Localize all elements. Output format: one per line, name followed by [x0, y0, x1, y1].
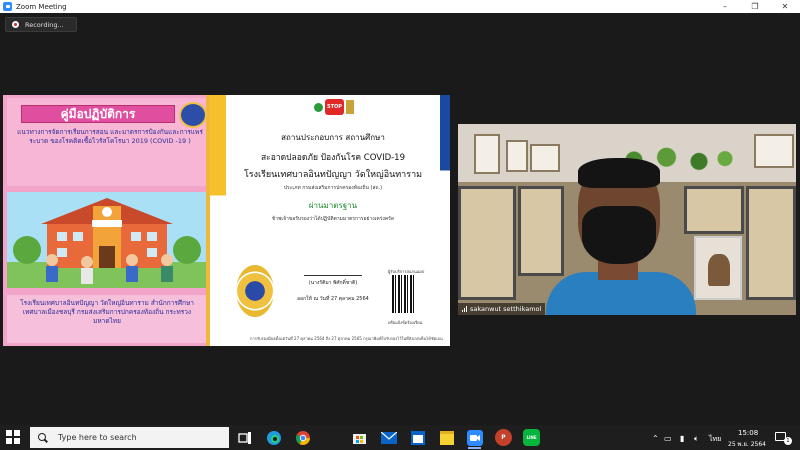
wall-certificate: [474, 134, 500, 174]
certificate-status: ผ่านมาตรฐาน: [308, 201, 358, 210]
school-building-icon: [7, 198, 206, 288]
certificate-line-1: สถานประกอบการ สถานศึกษา: [281, 133, 385, 142]
issue-date: ออกให้ ณ วันที่ 27 ตุลาคม 2564: [297, 296, 369, 302]
maximize-button[interactable]: ❐: [740, 0, 770, 13]
face-mask: [582, 206, 656, 264]
certificate-border: [210, 95, 226, 346]
participant-name-tag: sakanwut setthikamol: [458, 303, 546, 315]
wall-certificate: [506, 140, 528, 172]
network-icon[interactable]: ▭: [664, 434, 672, 443]
certificate-logos: STOP: [314, 98, 354, 116]
recording-label: Recording...: [25, 20, 64, 29]
municipality-emblem-icon: [179, 102, 207, 128]
taskbar-search[interactable]: Type here to search: [30, 427, 229, 448]
certificate-category: ประเภท กรมส่งเสริมการปกครองท้องถิ่น (สถ.…: [283, 185, 383, 191]
participant-name: sakanwut setthikamol: [470, 305, 542, 313]
manual-cover-footer: โรงเรียนเทศบาลอินทปัญญา วัดใหญ่อินทาราม …: [7, 295, 206, 343]
manual-cover-header: คู่มือปฏิบัติการ แนวทางการจัดการเรียนการ…: [7, 98, 207, 186]
qr-code-icon: [392, 275, 414, 313]
store-icon[interactable]: [351, 429, 368, 446]
language-indicator[interactable]: ไทย: [709, 434, 721, 445]
participant-hair: [578, 158, 660, 188]
search-placeholder: Type here to search: [58, 433, 137, 442]
sticky-notes-icon[interactable]: [438, 429, 455, 446]
covid-certificate: STOP สถานประกอบการ สถานศึกษา สะอาดปลอดภั…: [210, 95, 450, 346]
windows-start-icon[interactable]: [6, 430, 21, 445]
manual-subtitle: แนวทางการจัดการเรียนการสอน และมาตรการป้อ…: [17, 128, 203, 145]
connection-signal-icon: [462, 306, 467, 312]
certificate-validity: การรับรองมีผลตั้งแต่วันที่ 27 ตุลาคม 256…: [250, 336, 443, 341]
certificate-school-name: โรงเรียนเทศบาลอินทปัญญา วัดใหญ่อินทาราม: [243, 170, 423, 180]
close-button[interactable]: ✕: [770, 0, 800, 13]
signer-name: (นางรัติมา พิศักดิ์ชาติ): [308, 280, 358, 286]
stop-covid-logo: STOP: [324, 99, 345, 115]
clock-date[interactable]: 25 พ.ย. 2564: [728, 439, 766, 449]
wall-certificate: [530, 144, 560, 172]
volume-icon[interactable]: 🔈︎: [694, 434, 699, 444]
monk-portrait: [694, 236, 742, 300]
clock-time[interactable]: 15:08: [738, 429, 758, 437]
participant-video[interactable]: sakanwut setthikamol: [458, 124, 796, 315]
chevron-up-icon[interactable]: ⌃: [652, 434, 659, 443]
window-title: Zoom Meeting: [16, 2, 67, 11]
certificate-border: [440, 95, 450, 346]
calendar-icon[interactable]: [409, 429, 426, 446]
ministry-logo-icon: [314, 102, 323, 112]
task-view-icon[interactable]: [236, 429, 253, 446]
search-icon: [38, 432, 48, 443]
department-logo-icon: [346, 100, 354, 114]
school-illustration: [7, 192, 206, 288]
cabinet-panel: [684, 186, 744, 234]
qr-title: ผู้รับบริการสแกนแอป: [388, 269, 425, 274]
minimize-button[interactable]: –: [710, 0, 740, 13]
certificate-seal-icon: [236, 265, 274, 317]
qr-caption: หรือแจ้งข้อร้องเรียน: [388, 320, 423, 325]
signature-line: [304, 275, 362, 276]
certificate-line-2: สะอาดปลอดภัย ป้องกันโรค COVID-19: [260, 153, 406, 163]
line-app-icon[interactable]: LINE: [523, 429, 540, 446]
manual-cover: คู่มือปฏิบัติการ แนวทางการจัดการเรียนการ…: [3, 95, 210, 346]
shared-screen: คู่มือปฏิบัติการ แนวทางการจัดการเรียนการ…: [3, 95, 450, 346]
notification-count: 1: [784, 437, 792, 445]
record-icon: [12, 21, 19, 28]
battery-icon[interactable]: ▮: [680, 434, 684, 443]
cabinet-panel: [458, 186, 516, 300]
powerpoint-icon[interactable]: P: [495, 429, 512, 446]
wall-certificate: [754, 134, 794, 168]
manual-title: คู่มือปฏิบัติการ: [21, 105, 175, 123]
certificate-statement: ข้าพเจ้าขอรับรองว่าได้ปฏิบัติตามมาตรการอ…: [271, 216, 395, 222]
window-titlebar: Zoom Meeting – ❐ ✕: [0, 0, 800, 13]
zoom-app-icon: [3, 2, 12, 11]
manual-publisher: โรงเรียนเทศบาลอินทปัญญา วัดใหญ่อินทาราม …: [20, 299, 194, 325]
mail-icon[interactable]: [380, 429, 397, 446]
chrome-icon[interactable]: [294, 429, 311, 446]
cabinet-panel: [746, 186, 796, 300]
zoom-taskbar-icon[interactable]: [466, 429, 483, 449]
windows-taskbar: Type here to search P LINE ⌃ ▭ ▮ 🔈︎ ไทย …: [0, 425, 800, 450]
edge-icon[interactable]: [265, 429, 282, 446]
recording-indicator[interactable]: Recording...: [5, 17, 77, 32]
cabinet-panel: [518, 186, 564, 276]
